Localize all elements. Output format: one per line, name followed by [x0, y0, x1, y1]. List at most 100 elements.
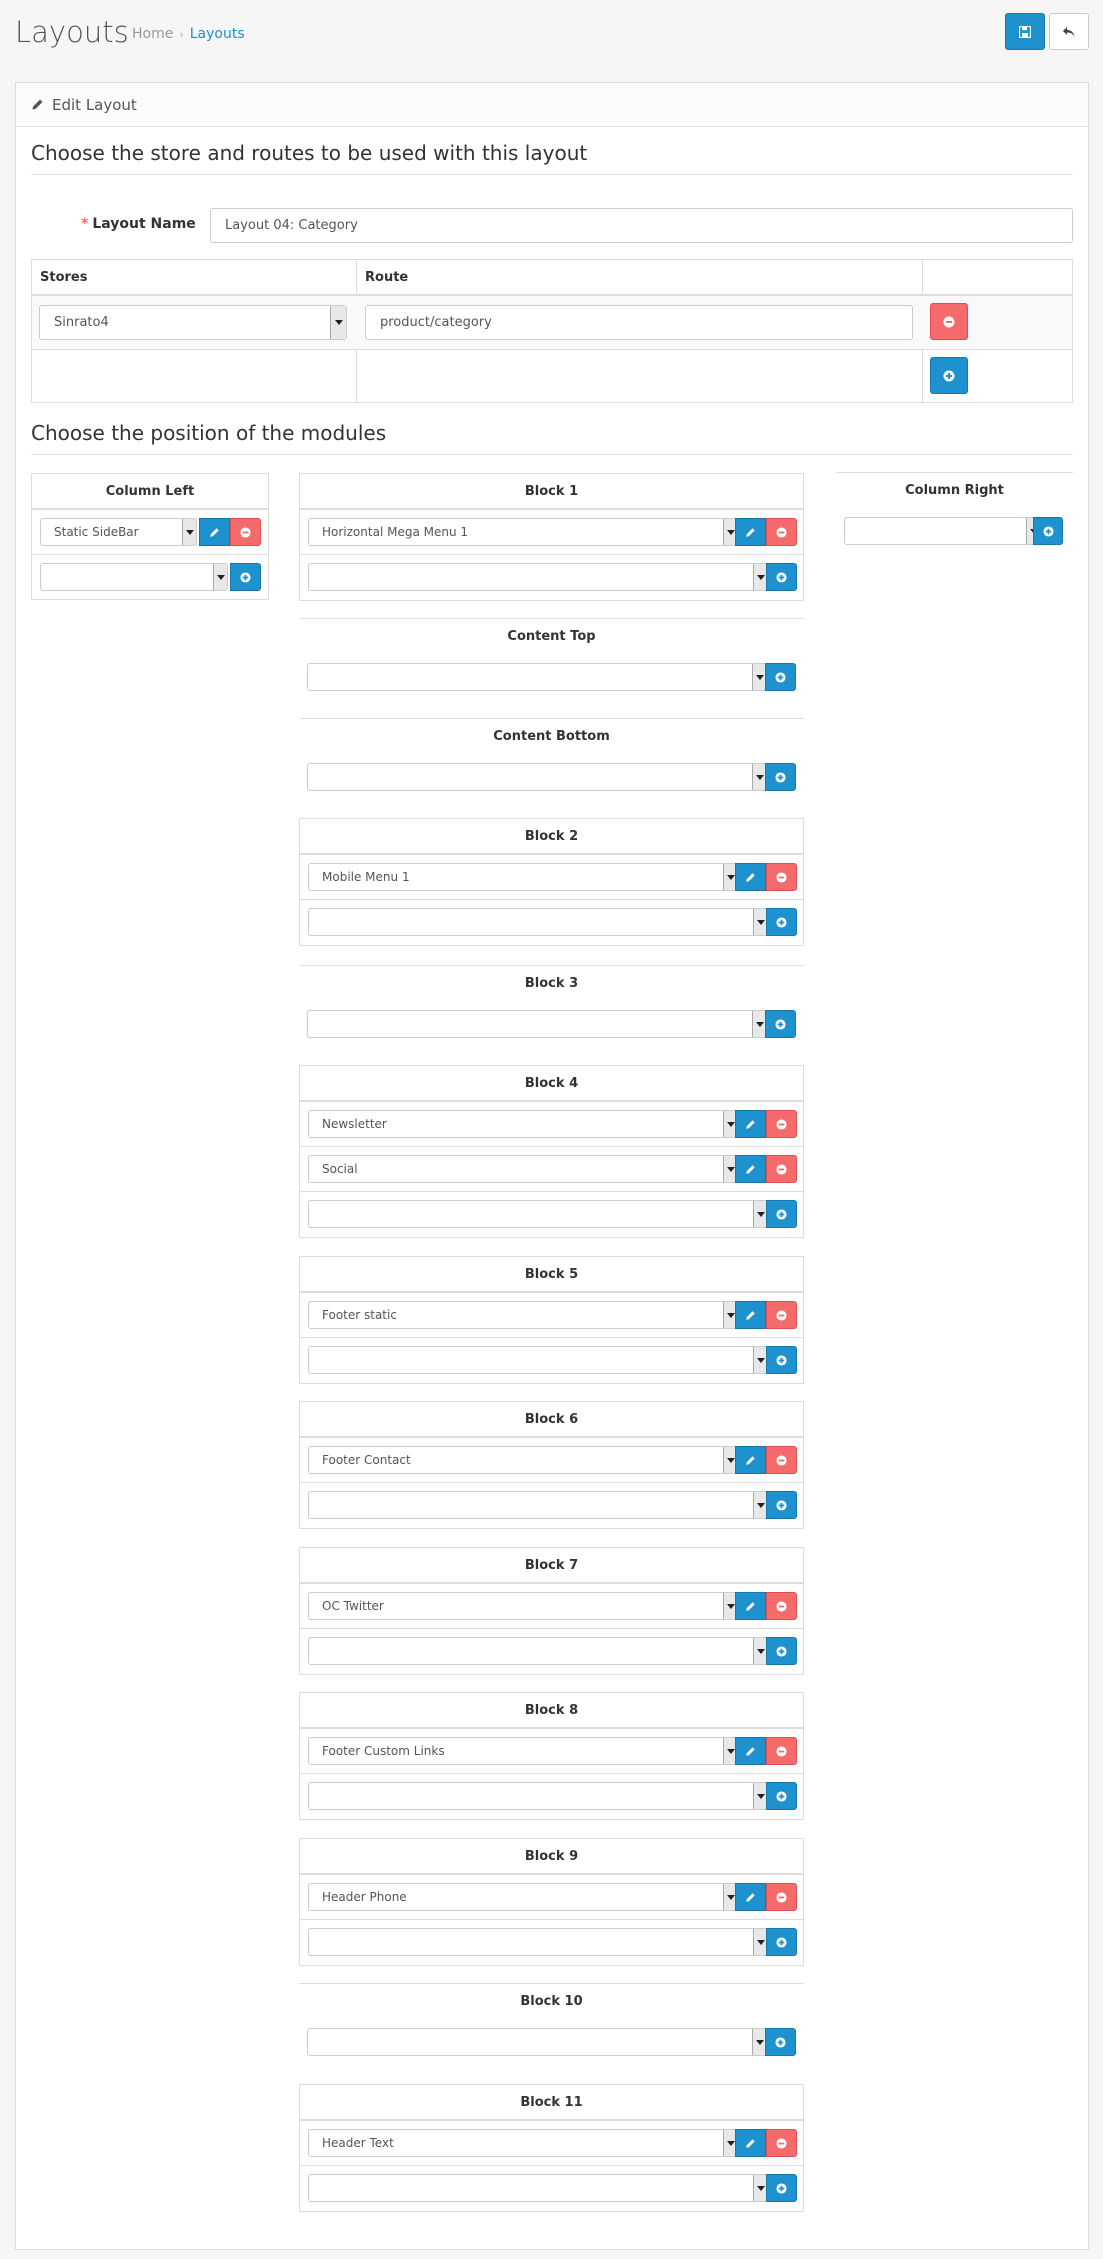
add-module-button[interactable] [766, 1491, 797, 1519]
module-select[interactable]: Footer Custom Links [308, 1737, 738, 1765]
module-row: Horizontal Mega Menu 1 [300, 510, 803, 555]
minus-circle-icon [776, 1309, 787, 1321]
edit-module-button[interactable] [735, 1110, 766, 1138]
add-module-button[interactable] [766, 1928, 797, 1956]
edit-module-button[interactable] [735, 863, 766, 891]
module-add-select[interactable] [307, 1010, 767, 1038]
module-row: OC Twitter [300, 1584, 803, 1629]
edit-module-button[interactable] [735, 1592, 766, 1620]
module-select[interactable]: Social [308, 1155, 738, 1183]
plus-circle-icon [775, 771, 786, 783]
remove-module-button[interactable] [766, 518, 797, 546]
store-select[interactable]: Sinrato4 [39, 305, 347, 340]
module-select[interactable]: Footer static [308, 1301, 738, 1329]
module-add-select[interactable] [307, 763, 767, 791]
remove-route-button[interactable] [930, 303, 968, 340]
remove-module-button[interactable] [766, 1446, 797, 1474]
back-button[interactable] [1049, 13, 1089, 50]
edit-module-button[interactable] [735, 518, 766, 546]
minus-circle-icon [776, 1745, 787, 1757]
chevron-down-icon [330, 306, 346, 339]
route-input[interactable]: product/category [365, 305, 913, 340]
position-column-left: Column Left Static SideBar [31, 473, 269, 600]
pencil-icon [746, 1119, 755, 1129]
module-add-select[interactable] [307, 663, 767, 691]
add-module-button[interactable] [766, 1637, 797, 1665]
pencil-icon [746, 1892, 755, 1902]
add-module-button[interactable] [765, 1010, 796, 1038]
edit-module-button[interactable] [735, 2129, 766, 2157]
add-module-button[interactable] [766, 908, 797, 936]
position-content-bottom: Content Bottom [299, 718, 804, 800]
pencil-icon [746, 2138, 755, 2148]
layout-name-input[interactable]: Layout 04: Category [210, 208, 1073, 243]
module-add-select[interactable] [308, 908, 768, 936]
module-row: Header Text [300, 2121, 803, 2166]
edit-module-button[interactable] [735, 1446, 766, 1474]
save-button[interactable] [1005, 13, 1045, 50]
remove-module-button[interactable] [766, 1110, 797, 1138]
module-add-row [300, 555, 803, 600]
remove-module-button[interactable] [766, 1155, 797, 1183]
module-add-select[interactable] [308, 1637, 768, 1665]
remove-module-button[interactable] [766, 863, 797, 891]
add-module-button[interactable] [765, 663, 796, 691]
module-row: Social [300, 1147, 803, 1192]
module-select[interactable]: OC Twitter [308, 1592, 738, 1620]
module-add-select[interactable] [308, 1491, 768, 1519]
module-select[interactable]: Mobile Menu 1 [308, 863, 738, 891]
module-select[interactable]: Newsletter [308, 1110, 738, 1138]
edit-module-button[interactable] [735, 1737, 766, 1765]
breadcrumb-layouts[interactable]: Layouts [190, 26, 245, 42]
minus-circle-icon [776, 1454, 787, 1466]
pencil-icon [746, 1746, 755, 1756]
module-select[interactable]: Header Text [308, 2129, 738, 2157]
module-add-select[interactable] [308, 1200, 768, 1228]
add-module-button[interactable] [766, 563, 797, 591]
reply-icon [1062, 26, 1076, 38]
position-title: Column Right [905, 483, 1004, 498]
position-content-top: Content Top [299, 618, 804, 700]
edit-module-button[interactable] [199, 518, 230, 546]
add-module-button[interactable] [765, 763, 796, 791]
chevron-down-icon [213, 564, 227, 590]
module-select[interactable]: Header Phone [308, 1883, 738, 1911]
add-module-button[interactable] [766, 2174, 797, 2202]
route-header: Route [365, 270, 409, 285]
add-route-button[interactable] [930, 357, 968, 394]
position-block3: Block 3 [299, 965, 804, 1047]
page-title: Layouts [15, 15, 129, 49]
module-row: Newsletter [300, 1102, 803, 1147]
remove-module-button[interactable] [766, 1737, 797, 1765]
module-add-select[interactable] [40, 563, 228, 591]
module-select[interactable]: Static SideBar [40, 518, 197, 546]
remove-module-button[interactable] [230, 518, 261, 546]
module-add-select[interactable] [307, 2028, 767, 2056]
module-add-select[interactable] [308, 1346, 768, 1374]
add-module-button[interactable] [766, 1346, 797, 1374]
add-module-button[interactable] [1033, 517, 1063, 545]
module-add-select[interactable] [844, 517, 1041, 545]
edit-module-button[interactable] [735, 1301, 766, 1329]
remove-module-button[interactable] [766, 1301, 797, 1329]
module-select[interactable]: Footer Contact [308, 1446, 738, 1474]
pencil-icon [746, 872, 755, 882]
module-select[interactable]: Horizontal Mega Menu 1 [308, 518, 738, 546]
module-add-select[interactable] [308, 2174, 768, 2202]
remove-module-button[interactable] [766, 2129, 797, 2157]
remove-module-button[interactable] [766, 1592, 797, 1620]
chevron-down-icon [753, 2175, 767, 2201]
add-module-button[interactable] [230, 563, 261, 591]
module-add-select[interactable] [308, 563, 768, 591]
add-module-button[interactable] [765, 2028, 796, 2056]
position-block6: Block 6 Footer Contact [299, 1401, 804, 1529]
section-legend-module-positions: Choose the position of the modules [31, 420, 1073, 455]
remove-module-button[interactable] [766, 1883, 797, 1911]
module-add-select[interactable] [308, 1928, 768, 1956]
edit-module-button[interactable] [735, 1155, 766, 1183]
add-module-button[interactable] [766, 1782, 797, 1810]
edit-module-button[interactable] [735, 1883, 766, 1911]
add-module-button[interactable] [766, 1200, 797, 1228]
module-add-select[interactable] [308, 1782, 768, 1810]
breadcrumb-home[interactable]: Home [132, 26, 173, 42]
